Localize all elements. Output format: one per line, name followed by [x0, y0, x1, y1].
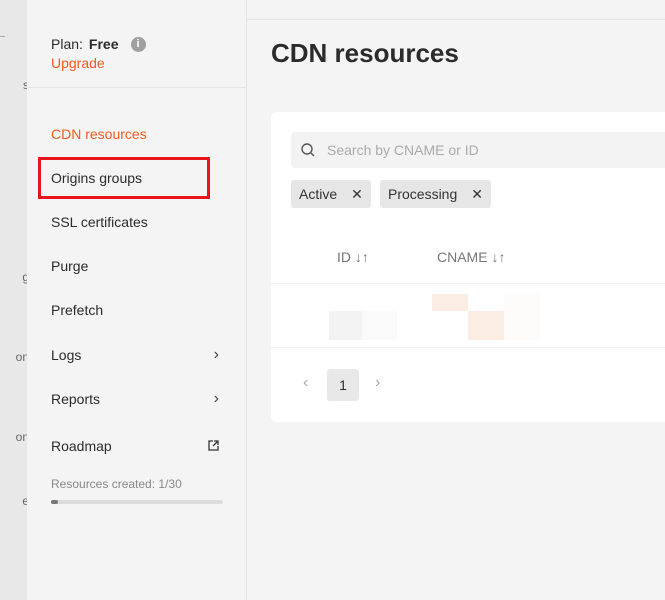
redacted-cell [329, 311, 362, 340]
sidebar-item-logs[interactable]: Logs › [51, 346, 219, 364]
resources-progress [51, 500, 223, 504]
redacted-cell [504, 294, 540, 340]
external-link-icon [208, 438, 219, 454]
sidebar-item-roadmap[interactable]: Roadmap [51, 438, 219, 454]
close-icon[interactable]: ✕ [351, 186, 363, 203]
page-button[interactable]: 1 [327, 369, 359, 401]
filter-chip-active: Active ✕ [291, 180, 371, 208]
sidebar-item-reports[interactable]: Reports › [51, 390, 219, 408]
plan-label: Plan: [51, 36, 83, 52]
chevron-right-icon: › [213, 390, 219, 407]
search-icon [301, 143, 315, 157]
nav-label: CDN resources [51, 126, 147, 142]
nav-label: Purge [51, 258, 89, 274]
nav-label: Roadmap [51, 438, 112, 454]
resources-count: Resources created: 1/30 [51, 477, 182, 491]
sidebar-item-ssl-certificates[interactable]: SSL certificates [51, 214, 219, 230]
nav-label: Prefetch [51, 302, 104, 318]
resources-card: Search by CNAME or ID Active ✕ Processing… [271, 112, 665, 422]
rail-fragment[interactable]: on [16, 430, 27, 444]
filter-chip-processing: Processing ✕ [380, 180, 491, 208]
sidebar: Plan: Free i Upgrade CDN resources Origins… [27, 0, 247, 600]
upgrade-link[interactable]: Upgrade [51, 55, 246, 71]
page-title: CDN resources [271, 38, 459, 68]
divider [271, 347, 665, 348]
left-rail: s g on on e [0, 0, 27, 600]
plan-section: Plan: Free i Upgrade [27, 20, 246, 88]
search-input[interactable]: Search by CNAME or ID [291, 132, 665, 168]
close-icon[interactable]: ✕ [471, 186, 483, 203]
column-header-id[interactable]: ID ↓↑ [337, 249, 369, 265]
chip-label: Processing [388, 186, 458, 202]
nav-label: SSL certificates [51, 214, 148, 230]
redacted-cell [432, 294, 468, 311]
plan-value: Free [88, 36, 119, 52]
nav-label: Reports [51, 391, 101, 407]
chip-label: Active [299, 186, 338, 202]
rail-fragment[interactable]: on [16, 350, 27, 364]
sidebar-item-prefetch[interactable]: Prefetch [51, 302, 219, 318]
sidebar-item-purge[interactable]: Purge [51, 258, 219, 274]
info-icon[interactable]: i [130, 36, 146, 52]
chevron-right-icon: › [213, 346, 219, 363]
sidebar-item-cdn-resources[interactable]: CDN resources [51, 126, 219, 142]
redacted-cell [362, 311, 397, 340]
search-placeholder: Search by CNAME or ID [327, 142, 479, 158]
highlight-box [38, 157, 210, 199]
column-header-cname[interactable]: CNAME ↓↑ [437, 249, 505, 265]
chevron-left-icon[interactable]: ‹ [303, 374, 308, 392]
divider [271, 283, 665, 284]
nav-label: Logs [51, 347, 82, 363]
redacted-cell [468, 311, 504, 340]
chevron-right-icon[interactable]: › [375, 374, 380, 392]
